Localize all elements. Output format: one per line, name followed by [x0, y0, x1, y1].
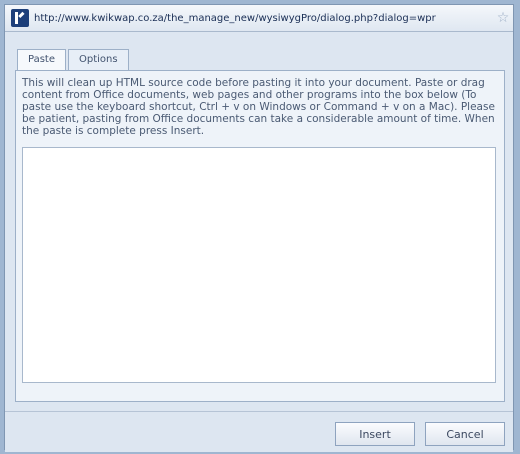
- title-bar: http://www.kwikwap.co.za/the_manage_new/…: [5, 5, 513, 32]
- address-url: http://www.kwikwap.co.za/the_manage_new/…: [34, 12, 436, 24]
- tab-options[interactable]: Options: [68, 49, 129, 72]
- tab-bar: Paste Options: [17, 49, 131, 73]
- paste-area[interactable]: [22, 147, 496, 383]
- insert-button[interactable]: Insert: [335, 422, 415, 446]
- wysiwygpro-logo-icon: [11, 9, 29, 27]
- star-icon[interactable]: ☆: [495, 10, 511, 26]
- dialog-window: http://www.kwikwap.co.za/the_manage_new/…: [4, 4, 514, 452]
- dialog-footer: Insert Cancel: [5, 411, 513, 452]
- paste-panel: This will clean up HTML source code befo…: [15, 70, 505, 402]
- cancel-button[interactable]: Cancel: [425, 422, 505, 446]
- paste-instructions: This will clean up HTML source code befo…: [22, 77, 495, 137]
